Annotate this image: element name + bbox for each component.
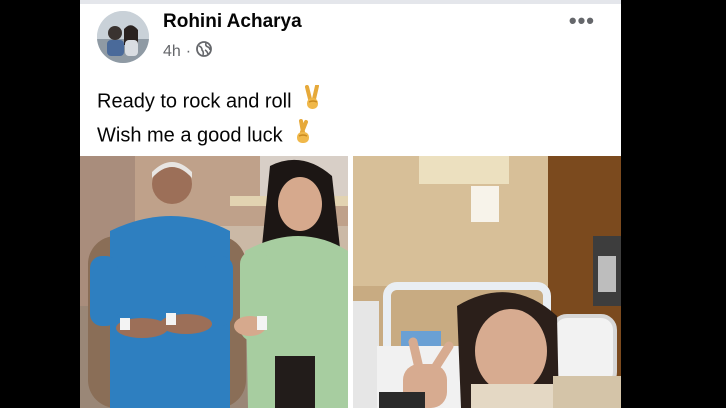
avatar-image — [97, 11, 149, 63]
post-text-line-2-label: Wish me a good luck — [97, 124, 283, 147]
meta-separator: · — [185, 42, 192, 60]
post-text-line-1-label: Ready to rock and roll — [97, 90, 292, 113]
globe-icon[interactable] — [196, 41, 213, 62]
avatar[interactable] — [97, 11, 149, 63]
author-name[interactable]: Rohini Acharya — [163, 11, 302, 33]
post-text-line-1: Ready to rock and roll — [97, 84, 323, 119]
crossed-fingers-icon — [294, 119, 312, 153]
photo-left[interactable] — [80, 156, 348, 408]
post-text: Ready to rock and roll Wish me a good lu… — [97, 84, 323, 153]
post-text-line-2: Wish me a good luck — [97, 119, 323, 153]
facebook-post: Rohini Acharya 4h · ••• Ready to rock an… — [80, 0, 621, 408]
victory-hand-icon — [303, 84, 323, 119]
top-divider — [80, 0, 621, 4]
photo-right[interactable] — [353, 156, 621, 408]
more-options-icon[interactable]: ••• — [569, 8, 595, 34]
post-time[interactable]: 4h — [163, 43, 181, 61]
post-meta: 4h · — [163, 41, 213, 62]
